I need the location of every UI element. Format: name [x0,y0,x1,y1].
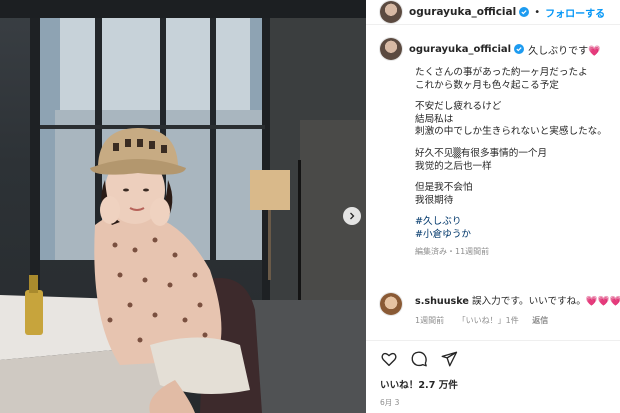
verified-badge-icon [514,44,525,54]
follow-button[interactable]: フォローする [545,5,605,20]
photo-illustration [0,0,366,413]
action-bar [380,350,458,368]
caption-lead: 久しぶりです💗 [528,45,601,57]
caption-line: 我觉的之后也一样 [415,160,492,172]
caption-line: 不安だし疲れるけど [415,101,502,113]
caption-line: たくさんの事があった約一ヶ月だったよ [415,67,588,78]
share-icon[interactable] [440,350,458,368]
divider [366,340,620,341]
comment: s.shuuske 誤入力です。いいですね。💗💗💗 1週間前 「いいね！」1件 … [380,293,620,326]
caption-line: 我很期待 [415,194,454,206]
hashtag-link[interactable]: #久しぶり [415,216,616,229]
comment-text: 誤入力です。いいですね。💗💗💗 [471,296,620,307]
caption-meta: 編集済み・11週間前 [415,246,490,256]
hashtag-link[interactable]: #小倉ゆうか [415,229,616,242]
comment-likes[interactable]: 「いいね！」1件 [458,316,519,325]
heart-icon[interactable] [380,350,398,368]
caption-avatar[interactable] [380,38,402,60]
next-photo-button[interactable] [343,207,361,225]
comment-icon[interactable] [410,350,428,368]
caption-line: 好久不见▒有很多事情的一个月 [415,147,548,159]
post-date[interactable]: 6月 3 [380,397,399,408]
separator-dot: • [534,6,541,18]
caption-line: 刺激の中でしか生きられないと実感したな。 [415,126,607,138]
caption-body: たくさんの事があった約一ヶ月だったよ これから数ヶ月も色々起こる予定 不安だし疲… [415,67,616,258]
comment-time[interactable]: 1週間前 [415,316,444,325]
caption: ogurayuka_official 久しぶりです💗 たくさんの事があった約一ヶ… [380,38,616,258]
verified-badge-icon [519,7,530,17]
caption-line: 但是我不会怕 [415,182,473,194]
comment-meta: 1週間前 「いいね！」1件 返信 [415,315,620,326]
reply-button[interactable]: 返信 [532,316,548,325]
caption-line: 結局私は [415,113,454,125]
avatar[interactable] [380,1,402,23]
comment-line: s.shuuske 誤入力です。いいですね。💗💗💗 [415,293,620,307]
comment-body: s.shuuske 誤入力です。いいですね。💗💗💗 1週間前 「いいね！」1件 … [415,293,620,326]
likes-count[interactable]: いいね！2.7 万件 [380,377,458,391]
commenter-username[interactable]: s.shuuske [415,296,469,307]
post-header: ogurayuka_official • フォローする [366,0,620,25]
caption-line: これから数ヶ月も色々起こる予定 [415,79,559,91]
commenter-avatar[interactable] [380,293,402,315]
caption-username[interactable]: ogurayuka_official [409,44,511,55]
post-photo[interactable] [0,0,366,413]
caption-header: ogurayuka_official 久しぶりです💗 [380,38,616,60]
post-side-panel: ogurayuka_official • フォローする ogurayuka_of… [366,0,620,413]
username-link[interactable]: ogurayuka_official [409,6,516,18]
chevron-right-icon [350,212,355,220]
